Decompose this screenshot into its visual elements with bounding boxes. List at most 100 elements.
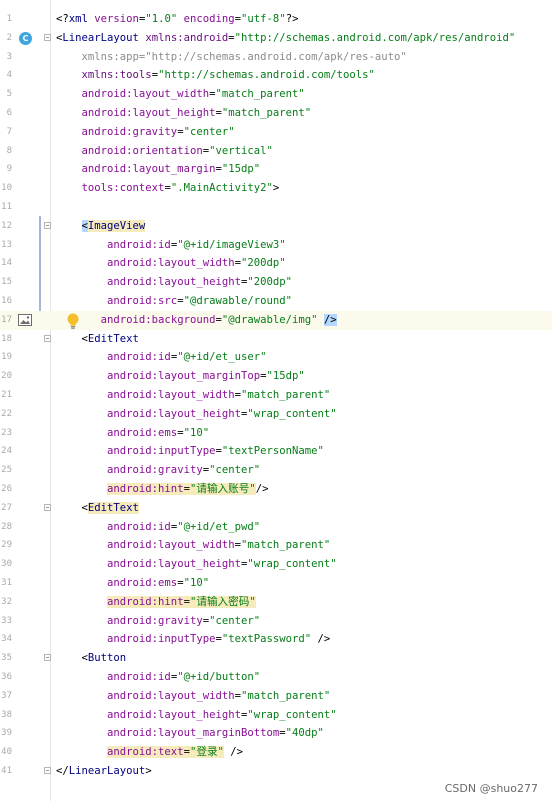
line-number: 33 (1, 615, 12, 626)
code-line[interactable]: 30 android:layout_height="wrap_content" (0, 555, 552, 574)
code-token: android:hint (107, 595, 184, 608)
code-token: android:background (100, 313, 216, 326)
code-text: android:ems="10" (56, 424, 209, 443)
code-token: android:orientation (81, 144, 203, 157)
code-line[interactable]: 7 android:gravity="center" (0, 123, 552, 142)
code-line[interactable]: 19 android:id="@+id/et_user" (0, 348, 552, 367)
code-line[interactable]: 17 android:background="@drawable/img" /> (0, 310, 552, 330)
code-line[interactable]: 22 android:layout_height="wrap_content" (0, 405, 552, 424)
code-line[interactable]: 23 android:ems="10" (0, 424, 552, 443)
code-text: android:layout_height="200dp" (56, 273, 292, 292)
code-text: android:id="@+id/et_pwd" (56, 518, 260, 537)
code-token: "@+id/et_user" (177, 351, 267, 364)
code-token: android:gravity (107, 464, 203, 477)
code-text: android:id="@+id/button" (56, 668, 260, 687)
fold-toggle-icon[interactable] (44, 503, 51, 511)
code-token: "@drawable/round" (183, 295, 293, 307)
code-line[interactable]: 2 C <LinearLayout xmlns:android="http://sc… (0, 29, 552, 48)
class-link-icon[interactable]: C (19, 31, 32, 45)
code-line[interactable]: 18 <EditText (0, 330, 552, 349)
code-line[interactable]: 1 <?xml version="1.0" encoding="utf-8"?> (0, 10, 552, 29)
code-token: android:layout_width (107, 257, 235, 270)
code-line[interactable]: 41 </LinearLayout> (0, 762, 552, 781)
code-line[interactable]: 31 android:ems="10" (0, 574, 552, 593)
code-token: android:inputType (107, 445, 216, 458)
fold-toggle-icon[interactable] (44, 654, 51, 662)
code-text: android:gravity="center" (56, 612, 260, 631)
code-token: "@drawable/img" (221, 313, 318, 326)
code-line[interactable]: 20 android:layout_marginTop="15dp" (0, 367, 552, 386)
code-token: "10" (183, 426, 210, 439)
code-token: = (183, 595, 190, 608)
code-token: android:layout_width (107, 539, 235, 552)
fold-toggle-icon[interactable] (44, 767, 51, 774)
code-line[interactable]: 9 android:layout_margin="15dp" (0, 160, 552, 179)
code-line[interactable]: 27 <EditText (0, 499, 552, 518)
code-text: android:layout_width="200dp" (56, 254, 286, 273)
fold-toggle-icon[interactable] (44, 221, 51, 229)
code-line[interactable]: 40 android:text="登录" /> (0, 743, 552, 762)
code-line[interactable]: 15 android:layout_height="200dp" (0, 273, 552, 292)
code-token: android:id (107, 238, 171, 251)
code-text: android:layout_height="wrap_content" (56, 706, 337, 725)
code-line[interactable]: 21 android:layout_width="match_parent" (0, 386, 552, 405)
code-line[interactable]: 5 android:layout_width="match_parent" (0, 85, 552, 104)
line-number: 36 (1, 672, 12, 682)
code-line[interactable]: 16 android:src="@drawable/round" (0, 292, 552, 311)
code-line[interactable]: 26 android:hint="请输入账号"/> (0, 480, 552, 499)
code-line[interactable]: 10 tools:context=".MainActivity2"> (0, 179, 552, 198)
code-token: android:layout_marginTop (107, 370, 261, 383)
code-line[interactable]: 13 android:id="@+id/imageView3" (0, 236, 552, 255)
code-line[interactable]: 39 android:layout_marginBottom="40dp" (0, 724, 552, 743)
code-line[interactable]: 36 android:id="@+id/button" (0, 668, 552, 687)
code-token: "@+id/button" (177, 671, 261, 683)
code-line[interactable]: 8 android:orientation="vertical" (0, 142, 552, 161)
code-line[interactable]: 28 android:id="@+id/et_pwd" (0, 518, 552, 537)
code-line[interactable]: 35 <Button (0, 649, 552, 668)
line-number: 24 (1, 446, 12, 457)
code-token: "match_parent" (240, 689, 331, 702)
code-line[interactable]: 4 xmlns:tools="http://schemas.android.co… (0, 66, 552, 85)
code-line[interactable]: 6 android:layout_height="match_parent" (0, 104, 552, 123)
code-line[interactable]: 14 android:layout_width="200dp" (0, 254, 552, 273)
code-line[interactable]: 37 android:layout_width="match_parent" (0, 687, 552, 706)
code-line[interactable]: 32 android:hint="请输入密码" (0, 593, 552, 612)
line-number: 25 (1, 465, 12, 476)
code-token: "match_parent" (240, 389, 331, 401)
code-text: android:gravity="center" (56, 123, 235, 142)
code-line[interactable]: 38 android:layout_height="wrap_content" (0, 706, 552, 725)
code-token: "wrap_content" (247, 708, 337, 721)
code-line[interactable]: 29 android:layout_width="match_parent" (0, 536, 552, 555)
code-text: android:layout_marginBottom="40dp" (56, 724, 324, 743)
image-preview-icon[interactable] (18, 313, 32, 326)
code-token: android:layout_height (107, 558, 241, 571)
code-line[interactable]: 34 android:inputType="textPassword" /> (0, 630, 552, 649)
code-token: "登录" (189, 746, 224, 759)
fold-toggle-icon[interactable] (44, 334, 51, 342)
code-line[interactable]: 24 android:inputType="textPersonName" (0, 442, 552, 461)
code-text: android:inputType="textPersonName" (56, 442, 324, 461)
fold-toggle-icon[interactable] (44, 33, 51, 41)
line-number: 35 (1, 653, 12, 664)
code-token: android:inputType (107, 633, 216, 646)
code-line[interactable]: 12 <ImageView (0, 217, 552, 236)
code-line[interactable]: 11 (0, 198, 552, 217)
code-token: < (56, 501, 88, 514)
code-line[interactable]: 3 xmlns:app="http://schemas.android.com/… (0, 48, 552, 67)
code-line[interactable]: 25 android:gravity="center" (0, 461, 552, 480)
code-line[interactable]: 33 android:gravity="center" (0, 612, 552, 631)
code-token: "200dp" (240, 257, 286, 270)
code-token: LinearLayout (62, 31, 146, 44)
code-token: android:layout_margin (81, 163, 216, 176)
code-token: "@+id/imageView3" (177, 238, 286, 251)
code-token: android:text (107, 746, 184, 759)
